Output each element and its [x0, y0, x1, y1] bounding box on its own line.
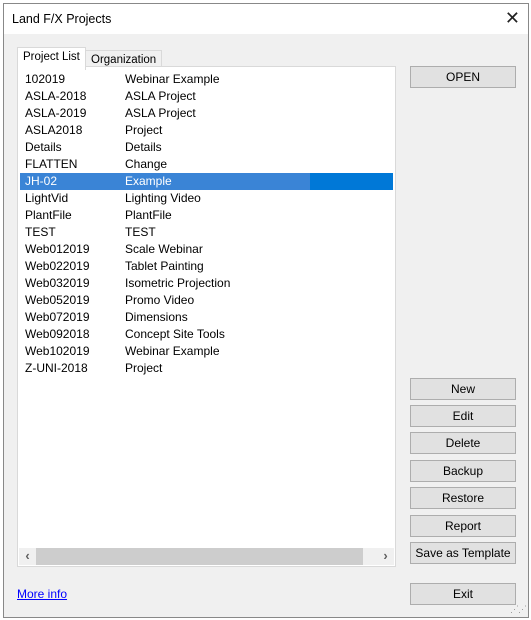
- project-name: LightVid: [25, 191, 69, 205]
- window-title: Land F/X Projects: [12, 12, 112, 26]
- project-name: Web032019: [25, 276, 90, 290]
- edit-button[interactable]: Edit: [410, 405, 516, 427]
- scroll-right-icon[interactable]: ›: [377, 548, 394, 565]
- project-name: Web012019: [25, 242, 90, 256]
- close-icon[interactable]: ✕: [505, 8, 520, 29]
- exit-button[interactable]: Exit: [410, 583, 516, 605]
- project-row[interactable]: Z-UNI-2018 Project: [20, 360, 393, 377]
- project-name: TEST: [25, 225, 56, 239]
- title-bar: Land F/X Projects ✕: [4, 4, 528, 34]
- project-description: PlantFile: [125, 208, 172, 222]
- project-name: Web022019: [25, 259, 90, 273]
- project-row[interactable]: LightVid Lighting Video: [20, 190, 393, 207]
- project-row[interactable]: Web012019 Scale Webinar: [20, 241, 393, 258]
- save-as-template-button[interactable]: Save as Template: [410, 542, 516, 564]
- open-button[interactable]: OPEN: [410, 66, 516, 88]
- project-name: Web052019: [25, 293, 90, 307]
- project-name: ASLA-2018: [25, 89, 87, 103]
- project-description: Tablet Painting: [125, 259, 204, 273]
- restore-button[interactable]: Restore: [410, 487, 516, 509]
- project-description: ASLA Project: [125, 106, 196, 120]
- project-row[interactable]: Web072019 Dimensions: [20, 309, 393, 326]
- project-description: Concept Site Tools: [125, 327, 225, 341]
- project-name: Web102019: [25, 344, 90, 358]
- project-description: Isometric Projection: [125, 276, 231, 290]
- project-description: Webinar Example: [125, 344, 220, 358]
- project-name: Web092018: [25, 327, 90, 341]
- project-row[interactable]: Web092018 Concept Site Tools: [20, 326, 393, 343]
- project-description: Details: [125, 140, 162, 154]
- project-description: Scale Webinar: [125, 242, 203, 256]
- project-row[interactable]: Web102019 Webinar Example: [20, 343, 393, 360]
- project-name: Z-UNI-2018: [25, 361, 88, 375]
- scroll-left-icon[interactable]: ‹: [19, 548, 36, 565]
- project-description: Example: [125, 174, 172, 188]
- project-row[interactable]: FLATTEN Change: [20, 156, 393, 173]
- new-button[interactable]: New: [410, 378, 516, 400]
- scrollbar-thumb[interactable]: [36, 548, 363, 565]
- horizontal-scrollbar[interactable]: ‹ ›: [19, 548, 394, 565]
- project-description: TEST: [125, 225, 156, 239]
- tab-project-list[interactable]: Project List: [17, 47, 86, 70]
- project-name: ASLA2018: [25, 123, 83, 137]
- project-name: Details: [25, 140, 62, 154]
- project-description: Lighting Video: [125, 191, 201, 205]
- project-row[interactable]: Web032019 Isometric Projection: [20, 275, 393, 292]
- project-description: ASLA Project: [125, 89, 196, 103]
- project-description: Project: [125, 361, 163, 375]
- project-description: Project: [125, 123, 163, 137]
- project-description: Change: [125, 157, 168, 171]
- project-name: Web072019: [25, 310, 90, 324]
- resize-grip-icon[interactable]: ⋰⋰: [510, 604, 527, 615]
- project-row[interactable]: ASLA-2019 ASLA Project: [20, 105, 393, 122]
- project-row[interactable]: 102019 Webinar Example: [20, 71, 393, 88]
- project-row[interactable]: TEST TEST: [20, 224, 393, 241]
- project-list[interactable]: ‹ › 102019 Webinar Example ASLA-2018 ASLA P…: [17, 66, 396, 567]
- project-row[interactable]: Web022019 Tablet Painting: [20, 258, 393, 275]
- project-row[interactable]: JH-02 Example: [20, 173, 393, 190]
- project-name: PlantFile: [25, 208, 72, 222]
- report-button[interactable]: Report: [410, 515, 516, 537]
- project-name: 102019: [25, 72, 66, 86]
- project-description: Webinar Example: [125, 72, 220, 86]
- backup-button[interactable]: Backup: [410, 460, 516, 482]
- project-row[interactable]: PlantFile PlantFile: [20, 207, 393, 224]
- project-description: Promo Video: [125, 293, 195, 307]
- delete-button[interactable]: Delete: [410, 432, 516, 454]
- project-row[interactable]: Web052019 Promo Video: [20, 292, 393, 309]
- project-row[interactable]: Details Details: [20, 139, 393, 156]
- project-row[interactable]: ASLA2018 Project: [20, 122, 393, 139]
- project-name: FLATTEN: [25, 157, 78, 171]
- more-info-link[interactable]: More info: [17, 587, 67, 601]
- dialog-window: Land F/X Projects ✕ Project List Organiz…: [3, 3, 529, 618]
- project-name: ASLA-2019: [25, 106, 87, 120]
- project-description: Dimensions: [125, 310, 188, 324]
- project-name: JH-02: [25, 174, 58, 188]
- project-row[interactable]: ASLA-2018 ASLA Project: [20, 88, 393, 105]
